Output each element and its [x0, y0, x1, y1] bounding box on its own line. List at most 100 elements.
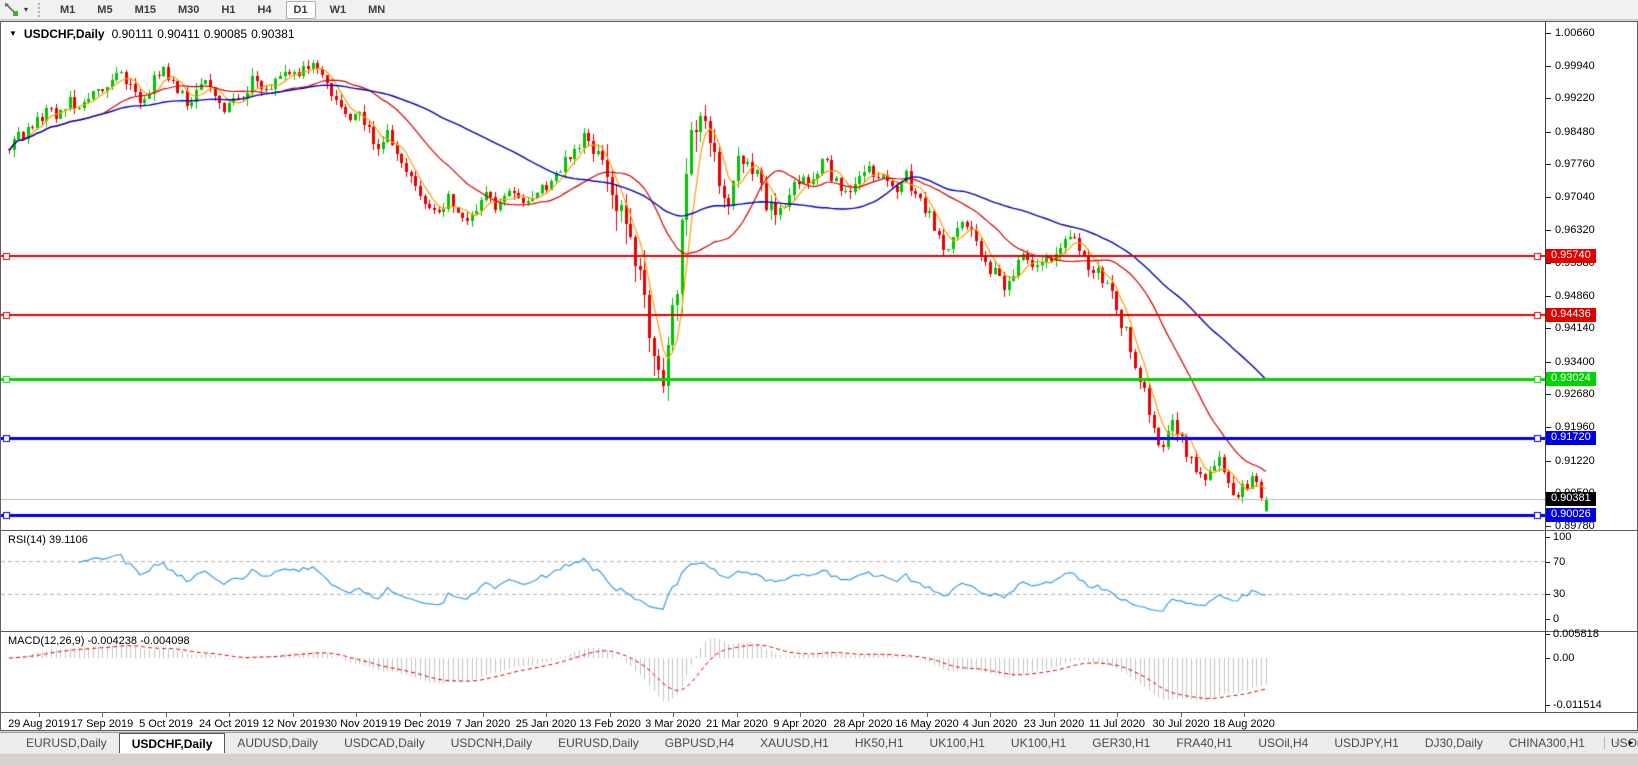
date-tick-label: 21 Mar 2020 — [706, 718, 768, 730]
tab-china300-h1[interactable]: CHINA300,H1 — [1497, 733, 1597, 754]
date-tick-label: 9 Apr 2020 — [773, 718, 826, 730]
ohlc-low: 0.90085 — [204, 27, 247, 41]
date-tick-label: 25 Jan 2020 — [516, 718, 577, 730]
price-tick-label: 0.97040 — [1555, 191, 1595, 203]
tab-xauusd-h1[interactable]: XAUUSD,H1 — [748, 733, 841, 754]
date-tick — [166, 713, 167, 717]
timeframe-button-h1[interactable]: H1 — [213, 1, 243, 19]
timeframe-button-m5[interactable]: M5 — [89, 1, 120, 19]
price-tick-label: 0.96320 — [1555, 224, 1595, 236]
price-tick — [1546, 362, 1551, 363]
chart-menu-triangle-icon[interactable]: ▼ — [9, 29, 17, 38]
tab-scroll-right-icon[interactable]: ► — [1627, 739, 1635, 747]
tab-scroll-arrows: ◄ ► — [1604, 733, 1635, 752]
date-tick-label: 7 Jan 2020 — [456, 718, 510, 730]
toolbar-grip[interactable] — [38, 3, 41, 17]
price-tick — [1546, 98, 1551, 99]
tab-uk100-h1[interactable]: UK100,H1 — [999, 733, 1078, 754]
date-tick — [229, 713, 230, 717]
tab-arrows-separator — [1604, 737, 1605, 749]
tab-usoil-h4[interactable]: USOil,H4 — [1246, 733, 1320, 754]
date-tick-label: 5 Oct 2019 — [139, 718, 193, 730]
price-tick-label: 0.94860 — [1555, 290, 1595, 302]
indicator-tick — [1546, 562, 1550, 563]
price-tick — [1546, 164, 1551, 165]
indicator-tick — [1546, 634, 1550, 635]
date-tick — [546, 713, 547, 717]
timeframe-button-m1[interactable]: M1 — [52, 1, 83, 19]
chart-tab-bar: EURUSD,DailyUSDCHF,DailyAUDUSD,DailyUSDC… — [0, 732, 1638, 753]
price-tick-label: 0.99220 — [1555, 92, 1595, 104]
timeframe-button-m15[interactable]: M15 — [127, 1, 164, 19]
date-tick-label: 13 Feb 2020 — [579, 718, 641, 730]
tool-dropdown-caret[interactable]: ▾ — [24, 5, 28, 14]
date-tick — [610, 713, 611, 717]
date-tick — [927, 713, 928, 717]
date-tick — [673, 713, 674, 717]
timeframe-button-d1[interactable]: D1 — [286, 1, 316, 19]
date-tick-label: 24 Oct 2019 — [199, 718, 259, 730]
macd-panel-canvas[interactable] — [1, 632, 1545, 712]
indicator-tick-label: 0.00 — [1553, 652, 1574, 664]
timeframe-button-mn[interactable]: MN — [360, 1, 393, 19]
tab-fra40-h1[interactable]: FRA40,H1 — [1164, 733, 1244, 754]
tab-ger30-h1[interactable]: GER30,H1 — [1080, 733, 1162, 754]
indicator-tick — [1546, 594, 1550, 595]
ohlc-open: 0.90111 — [112, 27, 154, 41]
tab-uk100-h1[interactable]: UK100,H1 — [918, 733, 997, 754]
date-tick-label: 18 Aug 2020 — [1213, 718, 1275, 730]
date-tick-label: 16 May 2020 — [895, 718, 959, 730]
price-tick — [1546, 230, 1551, 231]
price-tick — [1546, 197, 1551, 198]
price-tick — [1546, 461, 1551, 462]
date-tick — [990, 713, 991, 717]
tab-gbpusd-h4[interactable]: GBPUSD,H4 — [653, 733, 746, 754]
price-tick — [1546, 427, 1551, 428]
tab-usdcad-daily[interactable]: USDCAD,Daily — [332, 733, 437, 754]
date-tick-label: 4 Jun 2020 — [963, 718, 1017, 730]
date-axis-separator — [1, 712, 1637, 713]
macd-panel-separator — [1, 631, 1637, 632]
tab-eurusd-daily[interactable]: EURUSD,Daily — [546, 733, 651, 754]
tab-scroll-left-icon[interactable]: ◄ — [1613, 739, 1621, 747]
date-tick — [800, 713, 801, 717]
tab-usdchf-daily[interactable]: USDCHF,Daily — [119, 733, 226, 754]
indicator-tick-label: 0 — [1553, 613, 1559, 625]
date-tick-label: 29 Aug 2019 — [8, 718, 70, 730]
tab-usdcnh-daily[interactable]: USDCNH,Daily — [439, 733, 544, 754]
tab-eurusd-daily[interactable]: EURUSD,Daily — [14, 733, 119, 754]
tab-audusd-daily[interactable]: AUDUSD,Daily — [225, 733, 330, 754]
tab-dj30-daily[interactable]: DJ30,Daily — [1413, 733, 1495, 754]
chart-window: ▼ USDCHF,Daily 0.90111 0.90411 0.90085 0… — [0, 21, 1638, 731]
timeframe-button-w1[interactable]: W1 — [322, 1, 355, 19]
main-chart-canvas[interactable] — [1, 22, 1545, 530]
price-tick — [1546, 526, 1551, 527]
price-tick-label: 0.91220 — [1555, 455, 1595, 467]
price-tick-label: 0.94140 — [1555, 322, 1595, 334]
ohlc-close: 0.90381 — [251, 27, 294, 41]
date-tick-label: 11 Jul 2020 — [1089, 718, 1145, 730]
price-tick — [1546, 263, 1551, 264]
indicator-tick — [1546, 537, 1550, 538]
date-tick-label: 19 Dec 2019 — [389, 718, 451, 730]
timeframe-button-m30[interactable]: M30 — [170, 1, 207, 19]
indicator-tick-label: 100 — [1553, 531, 1571, 543]
tab-hk50-h1[interactable]: HK50,H1 — [843, 733, 916, 754]
level-price-label: 0.94436 — [1546, 308, 1596, 322]
indicator-tick — [1546, 705, 1550, 706]
date-tick — [737, 713, 738, 717]
tab-usdjpy-h1[interactable]: USDJPY,H1 — [1322, 733, 1410, 754]
price-axis-separator — [1545, 22, 1546, 712]
top-toolbar: ▾ M1 M5 M15 M30 H1 H4 D1 W1 MN — [0, 0, 1638, 20]
date-tick — [483, 713, 484, 717]
macd-label: MACD(12,26,9) -0.004238 -0.004098 — [8, 635, 190, 647]
timeframe-button-h4[interactable]: H4 — [249, 1, 279, 19]
draw-cursor-icon[interactable] — [4, 3, 21, 17]
date-tick-label: 12 Nov 2019 — [262, 718, 324, 730]
rsi-panel-canvas[interactable] — [1, 531, 1545, 630]
date-tick-label: 3 Mar 2020 — [645, 718, 701, 730]
indicator-tick-label: -0.011514 — [1553, 699, 1602, 711]
indicator-tick — [1546, 658, 1550, 659]
date-tick-label: 30 Jul 2020 — [1153, 718, 1210, 730]
indicator-tick-label: 0.005818 — [1553, 628, 1599, 640]
